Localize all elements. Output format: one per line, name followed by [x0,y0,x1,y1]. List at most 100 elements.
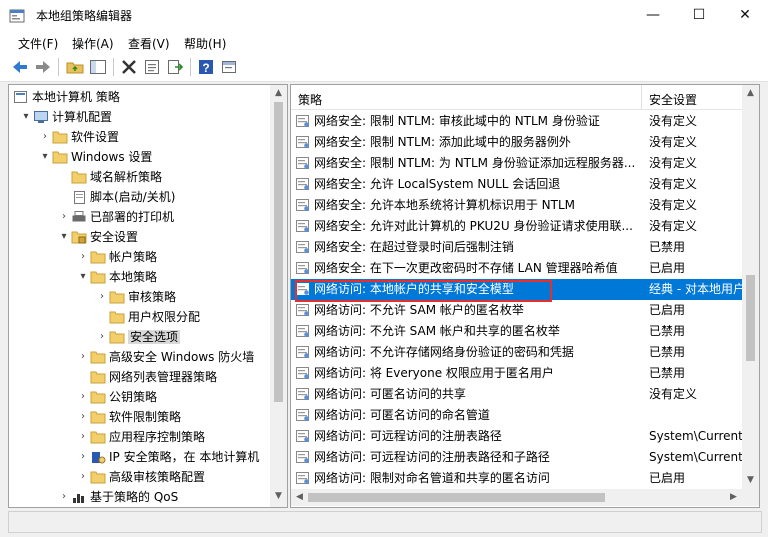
maximize-button[interactable]: ☐ [676,0,722,31]
policy-name: 网络访问: 不允许存储网络身份验证的密码和凭据 [314,345,574,359]
tree-item[interactable]: ▾ 本地策略 [76,267,157,287]
tree-item[interactable]: › 应用程序控制策略 [76,427,205,447]
policy-row[interactable]: 网络安全: 限制 NTLM: 为 NTLM 身份验证添加远程服务器... 没有定义 [291,153,742,174]
folder-icon [109,327,125,347]
policy-name: 网络安全: 允许对此计算机的 PKU2U 身份验证请求使用联... [314,219,633,233]
policy-name: 网络访问: 可匿名访问的共享 [314,387,466,401]
back-arrow-icon[interactable] [11,58,29,76]
column-divider[interactable] [641,85,642,109]
forward-arrow-icon[interactable] [34,58,52,76]
tree-item[interactable]: › 高级安全 Windows 防火墙 [76,347,254,367]
tree-item[interactable]: › 公钥策略 [76,387,157,407]
menu-help[interactable]: 帮助(H) [184,35,226,52]
tree-item[interactable]: 脚本(启动/关机) [57,187,175,207]
menu-file[interactable]: 文件(F) [18,35,58,52]
scroll-down-arrow[interactable]: ▼ [742,472,759,489]
tree-item-label: 脚本(启动/关机) [90,190,176,204]
policy-row[interactable]: 网络访问: 可匿名访问的命名管道 [291,405,742,426]
tree-item[interactable]: › 帐户策略 [76,247,157,267]
policy-setting-icon [296,262,309,274]
collapsed-chevron-icon[interactable]: › [76,387,90,407]
expanded-chevron-icon[interactable]: ▾ [57,227,71,247]
collapsed-chevron-icon[interactable]: › [76,247,90,267]
tree-item[interactable]: › 已部署的打印机 [57,207,174,227]
collapsed-chevron-icon[interactable]: › [76,407,90,427]
delete-x-icon[interactable] [120,58,138,76]
policy-row[interactable]: 网络访问: 可远程访问的注册表路径 System\CurrentC [291,426,744,447]
tree-item[interactable]: › 基于策略的 QoS [57,487,178,507]
security-setting-value: 已禁用 [649,324,686,338]
scroll-down-arrow[interactable]: ▼ [270,488,287,505]
policy-row[interactable]: 网络安全: 限制 NTLM: 审核此域中的 NTLM 身份验证 没有定义 [291,111,742,132]
collapsed-chevron-icon[interactable]: › [95,287,109,307]
show-tree-icon[interactable] [89,58,107,76]
policy-row[interactable]: 网络访问: 不允许 SAM 帐户的匿名枚举 已启用 [291,300,742,321]
scroll-left-arrow[interactable]: ◀ [291,489,308,506]
policy-name: 网络安全: 允许本地系统将计算机标识用于 NTLM [314,198,576,212]
printer-icon [71,207,87,227]
scroll-right-arrow[interactable]: ▶ [725,489,742,506]
help-icon[interactable]: ? [197,58,215,76]
policy-row[interactable]: 网络访问: 可远程访问的注册表路径和子路径 System\CurrentC [291,447,744,468]
column-header-setting[interactable]: 安全设置 [649,91,697,108]
policy-row[interactable]: 网络访问: 限制对命名管道和共享的匿名访问 已启用 [291,468,742,489]
properties-icon[interactable] [143,58,161,76]
expanded-chevron-icon[interactable]: ▾ [19,107,33,127]
scroll-up-arrow[interactable]: ▲ [742,85,759,102]
policy-row[interactable]: 网络安全: 允许对此计算机的 PKU2U 身份验证请求使用联... 没有定义 [291,216,742,237]
scroll-thumb[interactable] [274,102,283,402]
scroll-thumb[interactable] [308,493,605,502]
filter-view-icon[interactable] [220,58,238,76]
tree-item[interactable]: 网络列表管理器策略 [76,367,217,387]
tree-item[interactable]: ▾ 安全设置 [57,227,138,247]
tree-item[interactable]: › 软件设置 [38,127,119,147]
tree-item[interactable]: 域名解析策略 [57,167,162,187]
collapsed-chevron-icon[interactable]: › [76,427,90,447]
collapsed-chevron-icon[interactable]: › [76,447,90,467]
tree-item[interactable]: › 软件限制策略 [76,407,181,427]
tree-item[interactable]: ▾ 计算机配置 [19,107,112,127]
list-vertical-scrollbar[interactable]: ▲ ▼ [742,85,759,489]
collapsed-chevron-icon[interactable]: › [38,127,52,147]
policy-row[interactable]: 网络访问: 不允许 SAM 帐户和共享的匿名枚举 已禁用 [291,321,742,342]
tree-item[interactable]: › 高级审核策略配置 [76,467,205,487]
policy-row[interactable]: 网络安全: 允许 LocalSystem NULL 会话回退 没有定义 [291,174,742,195]
tree-vertical-scrollbar[interactable]: ▲ ▼ [270,85,287,507]
collapsed-chevron-icon[interactable]: › [57,207,71,227]
tree-item[interactable]: › 安全选项 [95,327,181,347]
minimize-button[interactable]: — [630,0,676,31]
up-folder-icon[interactable] [66,58,84,76]
tree-item[interactable]: ▾ Windows 设置 [38,147,152,167]
scroll-up-arrow[interactable]: ▲ [270,85,287,102]
tree-item[interactable]: › 审核策略 [95,287,176,307]
tree-item-label: 已部署的打印机 [90,210,175,224]
column-header-policy[interactable]: 策略 [298,91,322,108]
list-horizontal-scrollbar[interactable]: ◀ ▶ [291,489,742,506]
policy-row[interactable]: 网络安全: 在超过登录时间后强制注销 已禁用 [291,237,742,258]
policy-setting-icon [296,199,309,211]
collapsed-chevron-icon[interactable]: › [57,487,71,507]
collapsed-chevron-icon[interactable]: › [76,347,90,367]
menu-view[interactable]: 查看(V) [128,35,170,52]
expanded-chevron-icon[interactable]: ▾ [76,267,90,287]
policy-row[interactable]: 网络访问: 不允许存储网络身份验证的密码和凭据 已禁用 [291,342,742,363]
policy-row[interactable]: 网络安全: 限制 NTLM: 添加此域中的服务器例外 没有定义 [291,132,742,153]
folder-icon [90,247,106,267]
collapsed-chevron-icon[interactable]: › [76,467,90,487]
export-list-icon[interactable] [166,58,184,76]
tree-item[interactable]: 用户权限分配 [95,307,200,327]
security-setting-value: 没有定义 [649,387,698,401]
collapsed-chevron-icon[interactable]: › [95,327,109,347]
policy-row[interactable]: 网络访问: 可匿名访问的共享 没有定义 [291,384,742,405]
expanded-chevron-icon[interactable]: ▾ [38,147,52,167]
tree-item-root[interactable]: 本地计算机 策略 [13,87,120,107]
policy-row[interactable]: 网络安全: 允许本地系统将计算机标识用于 NTLM 没有定义 [291,195,742,216]
list-header: 策略 ^ 安全设置 [291,85,742,110]
menu-action[interactable]: 操作(A) [72,35,114,52]
scroll-thumb[interactable] [746,275,755,361]
sort-caret-icon: ^ [463,84,471,92]
close-button[interactable]: ✕ [722,0,768,31]
tree-item[interactable]: › IP 安全策略，在 本地计算机 [76,447,259,467]
policy-row[interactable]: 网络安全: 在下一次更改密码时不存储 LAN 管理器哈希值 已启用 [291,258,742,279]
policy-row[interactable]: 网络访问: 将 Everyone 权限应用于匿名用户 已禁用 [291,363,742,384]
